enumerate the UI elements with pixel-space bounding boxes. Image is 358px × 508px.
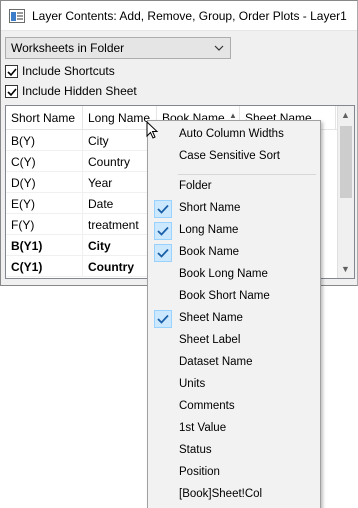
menu-item-label: Status [179,444,212,456]
scrollbar-thumb[interactable] [340,126,352,198]
column-context-menu: Auto Column Widths Case Sensitive Sort F… [147,120,321,508]
worksheet-filter-dropdown[interactable]: Worksheets in Folder [5,37,231,59]
cell-long-name: treatment [83,214,157,235]
menu-item-label: Dataset Name [179,356,253,368]
menu-item-label: Folder [179,180,212,192]
menu-item-label: Book Short Name [179,290,270,302]
menu-item-first-value[interactable]: 1st Value [150,418,318,440]
menu-item-units[interactable]: Units [150,374,318,396]
menu-item-label: Sheet Name [179,312,243,324]
cell-long-name: Country [83,256,157,277]
vertical-scrollbar[interactable]: ▲ ▼ [337,106,354,278]
menu-item-dataset-name[interactable]: Dataset Name [150,352,318,374]
menu-item-comments[interactable]: Comments [150,396,318,418]
menu-item-label: Comments [179,400,235,412]
cell-long-name: City [83,235,157,256]
menu-check-box [154,222,172,240]
menu-item-label: Book Long Name [179,268,268,280]
checkmark-icon [7,88,17,97]
include-shortcuts-label: Include Shortcuts [22,64,115,78]
chevron-down-icon [214,45,224,51]
menu-item-label: Book Name [179,246,240,258]
include-hidden-sheet-label: Include Hidden Sheet [22,84,137,98]
scroll-down-arrow-icon[interactable]: ▼ [341,264,350,274]
menu-item-label: Units [179,378,206,390]
menu-item-label: [Book]Sheet!Col [179,488,263,500]
cell-short-name: C(Y1) [6,256,83,277]
menu-item-status[interactable]: Status [150,440,318,462]
menu-item-label: Short Name [179,202,241,214]
menu-item-book-name[interactable]: Book Name [150,242,318,264]
include-shortcuts-checkbox[interactable]: Include Shortcuts [5,64,125,80]
menu-item-label: Sheet Label [179,334,241,346]
dropdown-selected-value: Worksheets in Folder [11,41,125,55]
menu-item-book-long-name[interactable]: Book Long Name [150,264,318,286]
cell-short-name: B(Y) [6,130,83,151]
checkbox-box[interactable] [5,65,18,78]
menu-item-label: Case Sensitive Sort [179,150,280,162]
menu-item-auto-column-widths[interactable]: Auto Column Widths [150,124,318,146]
cell-long-name: Country [83,151,157,172]
menu-item-label: 1st Value [179,422,227,434]
checkmark-icon [157,248,169,258]
cell-short-name: B(Y1) [6,235,83,256]
menu-item-position[interactable]: Position [150,462,318,484]
include-hidden-sheet-checkbox[interactable]: Include Hidden Sheet [5,84,145,100]
column-header-short-name[interactable]: Short Name [6,106,83,130]
menu-check-box [154,244,172,262]
title-bar: Layer Contents: Add, Remove, Group, Orde… [1,1,357,31]
menu-separator [178,174,316,175]
menu-item-long-name[interactable]: Long Name [150,220,318,242]
menu-item-book-sheet-col[interactable]: [Book]Sheet!Col [150,484,318,506]
menu-item-short-name[interactable]: Short Name [150,198,318,220]
menu-check-box [154,310,172,328]
mouse-pointer-icon [146,121,159,139]
cell-short-name: D(Y) [6,172,83,193]
menu-item-sheet-name[interactable]: Sheet Name [150,308,318,330]
menu-item-sheet-label[interactable]: Sheet Label [150,330,318,352]
scroll-up-arrow-icon[interactable]: ▲ [341,110,350,120]
cell-long-name: Year [83,172,157,193]
menu-item-label: Long Name [179,224,239,236]
window-app-icon [9,9,25,23]
menu-item-label: Auto Column Widths [179,128,284,140]
checkmark-icon [7,68,17,77]
cell-short-name: F(Y) [6,214,83,235]
menu-check-box [154,200,172,218]
menu-item-case-sensitive-sort[interactable]: Case Sensitive Sort [150,146,318,168]
window-title: Layer Contents: Add, Remove, Group, Orde… [32,9,347,23]
menu-item-label: Position [179,466,220,478]
menu-item-folder[interactable]: Folder [150,176,318,198]
cell-long-name: Date [83,193,157,214]
checkmark-icon [157,204,169,214]
cell-short-name: C(Y) [6,151,83,172]
checkmark-icon [157,314,169,324]
checkbox-box[interactable] [5,85,18,98]
checkmark-icon [157,226,169,236]
cell-short-name: E(Y) [6,193,83,214]
sort-ascending-icon: ▲ [229,111,237,120]
menu-item-book-short-name[interactable]: Book Short Name [150,286,318,308]
